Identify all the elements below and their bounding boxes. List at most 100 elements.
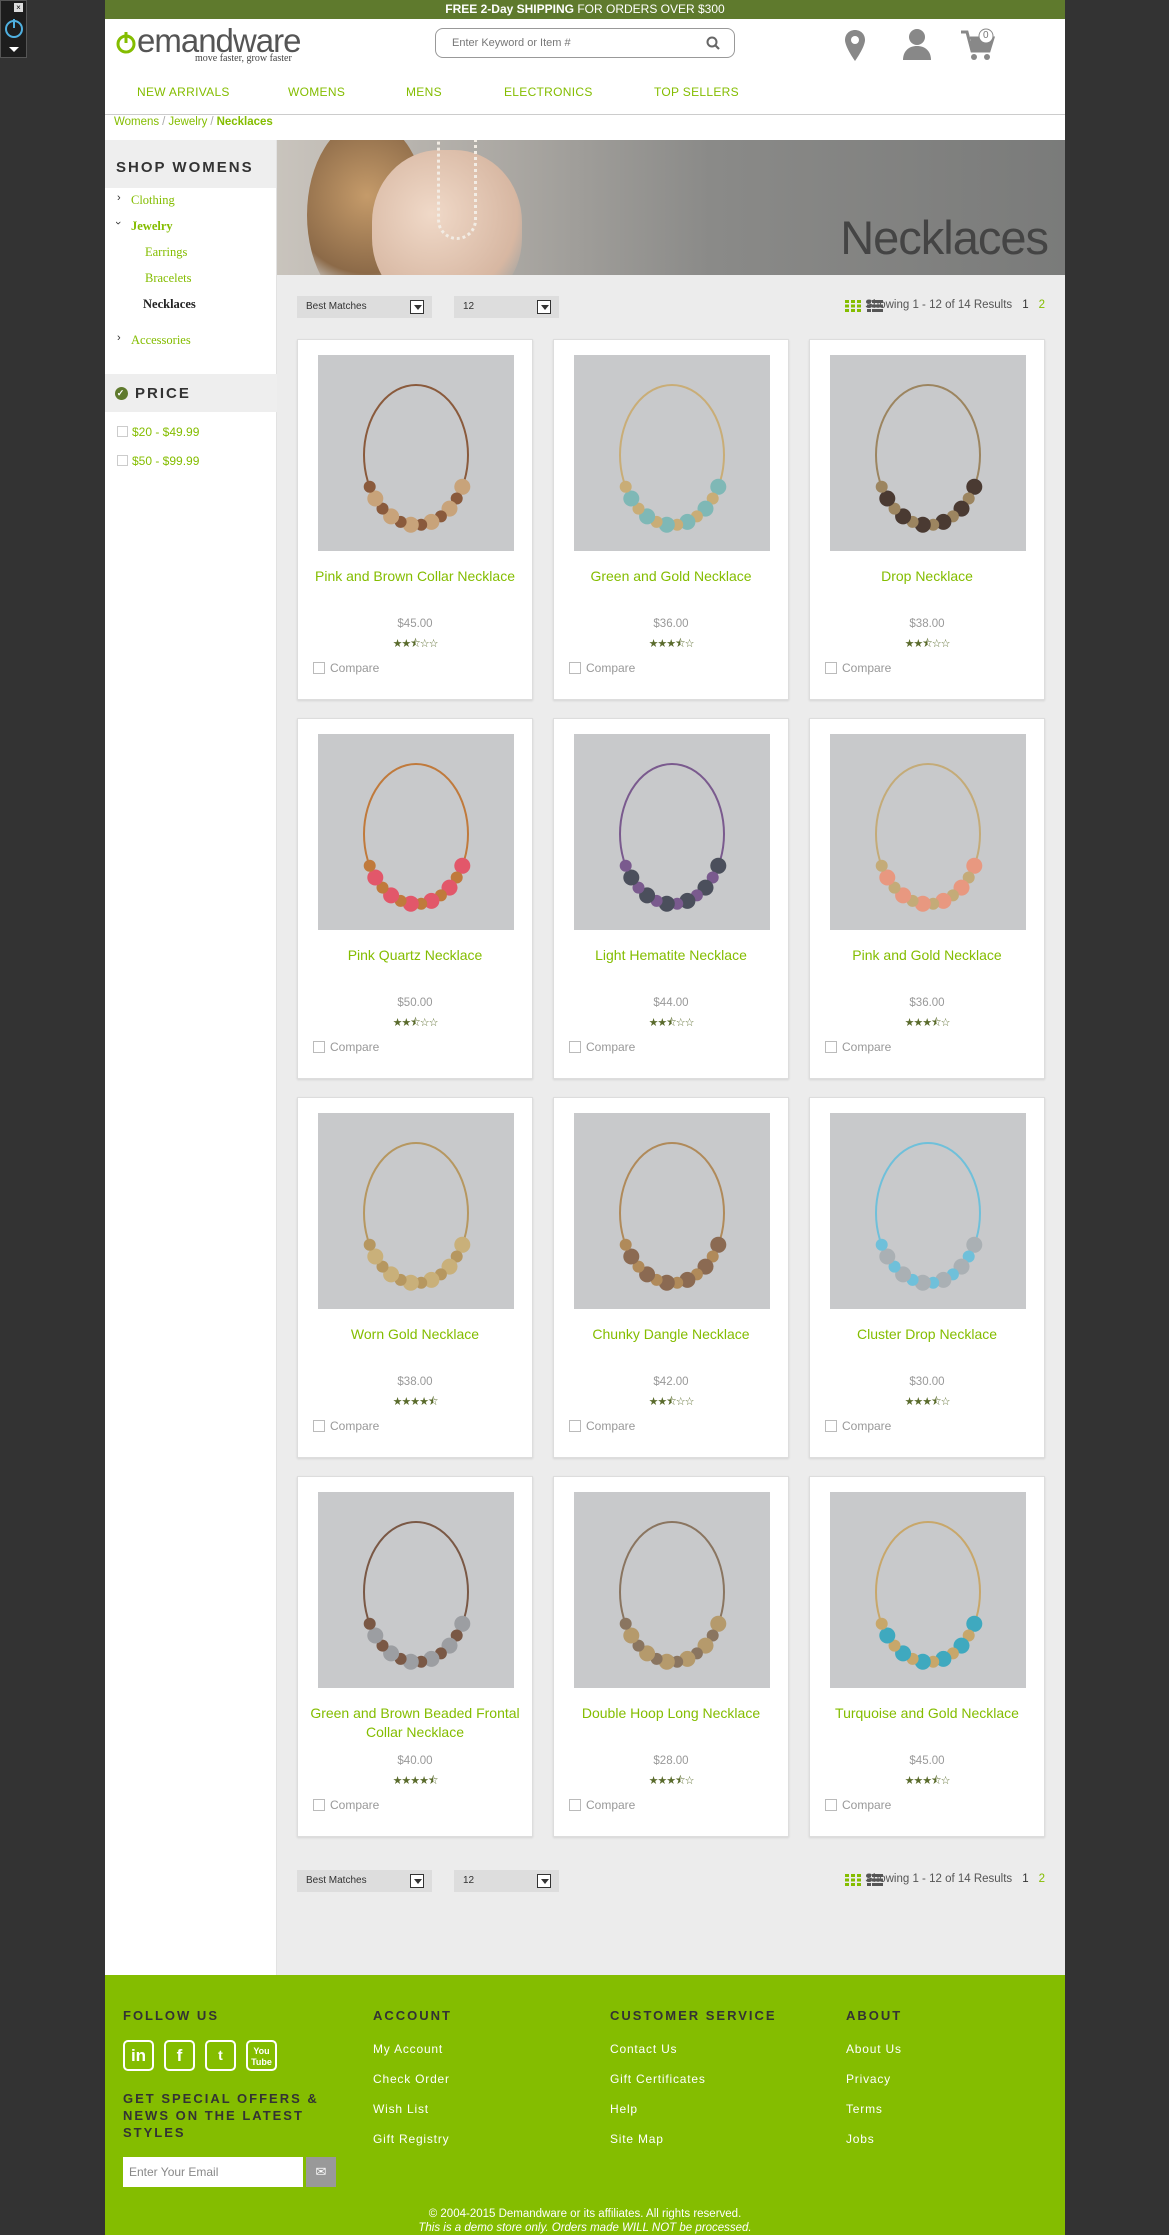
product-tile[interactable]: Light Hematite Necklace $44.00 ★★⯪☆☆ Compar…: [553, 718, 789, 1079]
product-image[interactable]: [830, 1492, 1026, 1688]
product-tile[interactable]: Drop Necklace $38.00 ★★⯪☆☆ Compare: [809, 339, 1045, 700]
page-1-link[interactable]: 1: [1022, 1873, 1028, 1885]
product-name[interactable]: Light Hematite Necklace: [564, 946, 778, 965]
compare-checkbox[interactable]: Compare: [313, 661, 379, 675]
linkedin-icon[interactable]: in: [123, 2040, 154, 2071]
twitter-icon[interactable]: t: [205, 2040, 236, 2071]
product-tile[interactable]: Pink and Brown Collar Necklace $45.00 ★★⯪☆…: [297, 339, 533, 700]
product-name[interactable]: Turquoise and Gold Necklace: [820, 1704, 1034, 1723]
footer-link[interactable]: Site Map: [610, 2132, 664, 2146]
compare-checkbox[interactable]: Compare: [313, 1040, 379, 1054]
product-image[interactable]: [574, 355, 770, 551]
email-submit-button[interactable]: ✉: [306, 2157, 336, 2187]
product-tile[interactable]: Chunky Dangle Necklace $42.00 ★★⯪☆☆ Compare: [553, 1097, 789, 1458]
checkbox[interactable]: [117, 455, 128, 466]
product-name[interactable]: Pink Quartz Necklace: [308, 946, 522, 965]
compare-checkbox[interactable]: Compare: [825, 661, 891, 675]
product-image[interactable]: [574, 734, 770, 930]
per-page-select[interactable]: 12: [454, 296, 559, 318]
sort-select[interactable]: Best Matches: [297, 1870, 432, 1892]
account-icon[interactable]: [901, 27, 933, 61]
grid-view-icon[interactable]: [844, 300, 861, 312]
compare-checkbox[interactable]: Compare: [569, 1419, 635, 1433]
checkbox[interactable]: [569, 1041, 581, 1053]
power-icon[interactable]: [3, 17, 25, 39]
checkbox[interactable]: [569, 1799, 581, 1811]
product-tile[interactable]: Turquoise and Gold Necklace $45.00 ★★★⯪☆ Co…: [809, 1476, 1045, 1837]
product-image[interactable]: [830, 355, 1026, 551]
checkbox[interactable]: [117, 426, 128, 437]
grid-view-icon[interactable]: [844, 1874, 861, 1886]
product-tile[interactable]: Green and Gold Necklace $36.00 ★★★⯪☆ Compar…: [553, 339, 789, 700]
facebook-icon[interactable]: f: [164, 2040, 195, 2071]
product-image[interactable]: [574, 1492, 770, 1688]
footer-link[interactable]: My Account: [373, 2042, 443, 2056]
product-name[interactable]: Cluster Drop Necklace: [820, 1325, 1034, 1344]
footer-link[interactable]: Contact Us: [610, 2042, 677, 2056]
checkbox[interactable]: [313, 1041, 325, 1053]
footer-link[interactable]: Jobs: [846, 2132, 875, 2146]
product-image[interactable]: [574, 1113, 770, 1309]
sidebar-item-necklaces[interactable]: Necklaces: [143, 297, 196, 312]
sidebar-item-earrings[interactable]: Earrings: [145, 245, 187, 260]
compare-checkbox[interactable]: Compare: [569, 1798, 635, 1812]
footer-link[interactable]: Check Order: [373, 2072, 450, 2086]
product-image[interactable]: [318, 1492, 514, 1688]
page-2-link[interactable]: 2: [1039, 1873, 1045, 1885]
nav-top-sellers[interactable]: TOP SELLERS: [654, 85, 739, 99]
nav-womens[interactable]: WOMENS: [288, 85, 345, 99]
nav-mens[interactable]: MENS: [406, 85, 442, 99]
checkbox[interactable]: [313, 1799, 325, 1811]
checkbox[interactable]: [825, 1041, 837, 1053]
product-name[interactable]: Double Hoop Long Necklace: [564, 1704, 778, 1723]
checkbox[interactable]: [313, 1420, 325, 1432]
product-tile[interactable]: Double Hoop Long Necklace $28.00 ★★★⯪☆ Comp…: [553, 1476, 789, 1837]
search-icon[interactable]: [706, 36, 720, 50]
footer-link[interactable]: Terms: [846, 2102, 883, 2116]
product-name[interactable]: Pink and Gold Necklace: [820, 946, 1034, 965]
product-tile[interactable]: Worn Gold Necklace $38.00 ★★★★⯪ Compare: [297, 1097, 533, 1458]
dev-toolbar-widget[interactable]: ×: [0, 0, 27, 58]
checkbox[interactable]: [825, 662, 837, 674]
product-tile[interactable]: Cluster Drop Necklace $30.00 ★★★⯪☆ Compare: [809, 1097, 1045, 1458]
page-2-link[interactable]: 2: [1039, 299, 1045, 311]
product-image[interactable]: [830, 734, 1026, 930]
sort-select[interactable]: Best Matches: [297, 296, 432, 318]
product-name[interactable]: Drop Necklace: [820, 567, 1034, 586]
footer-link[interactable]: Help: [610, 2102, 638, 2116]
checkbox[interactable]: [825, 1420, 837, 1432]
product-tile[interactable]: Pink and Gold Necklace $36.00 ★★★⯪☆ Compare: [809, 718, 1045, 1079]
product-image[interactable]: [318, 355, 514, 551]
sidebar-item-bracelets[interactable]: Bracelets: [145, 271, 192, 286]
product-name[interactable]: Pink and Brown Collar Necklace: [308, 567, 522, 586]
nav-new-arrivals[interactable]: NEW ARRIVALS: [137, 85, 230, 99]
checkbox[interactable]: [569, 1420, 581, 1432]
price-filter-option[interactable]: $20 - $49.99: [117, 425, 199, 439]
footer-link[interactable]: Gift Certificates: [610, 2072, 706, 2086]
sidebar-item-accessories[interactable]: Accessories: [131, 333, 191, 348]
logo[interactable]: emandware move faster, grow faster: [115, 23, 301, 64]
compare-checkbox[interactable]: Compare: [825, 1040, 891, 1054]
checkbox[interactable]: [825, 1799, 837, 1811]
per-page-select[interactable]: 12: [454, 1870, 559, 1892]
chevron-down-icon[interactable]: [9, 47, 19, 57]
compare-checkbox[interactable]: Compare: [569, 661, 635, 675]
footer-link[interactable]: Privacy: [846, 2072, 891, 2086]
product-name[interactable]: Worn Gold Necklace: [308, 1325, 522, 1344]
page-1-link[interactable]: 1: [1022, 299, 1028, 311]
email-field[interactable]: Enter Your Email: [123, 2157, 303, 2187]
compare-checkbox[interactable]: Compare: [825, 1798, 891, 1812]
footer-link[interactable]: About Us: [846, 2042, 902, 2056]
cart-icon[interactable]: [960, 28, 996, 62]
breadcrumb-jewelry[interactable]: Jewelry: [168, 116, 207, 128]
breadcrumb-womens[interactable]: Womens: [114, 116, 159, 128]
product-tile[interactable]: Green and Brown Beaded Frontal Collar Ne…: [297, 1476, 533, 1837]
product-tile[interactable]: Pink Quartz Necklace $50.00 ★★⯪☆☆ Compare: [297, 718, 533, 1079]
compare-checkbox[interactable]: Compare: [569, 1040, 635, 1054]
youtube-icon[interactable]: You Tube: [246, 2040, 277, 2071]
nav-electronics[interactable]: ELECTRONICS: [504, 85, 593, 99]
sidebar-item-clothing[interactable]: Clothing: [131, 193, 175, 208]
footer-link[interactable]: Wish List: [373, 2102, 429, 2116]
price-filter-header[interactable]: ✓ PRICE: [105, 374, 277, 412]
footer-link[interactable]: Gift Registry: [373, 2132, 449, 2146]
